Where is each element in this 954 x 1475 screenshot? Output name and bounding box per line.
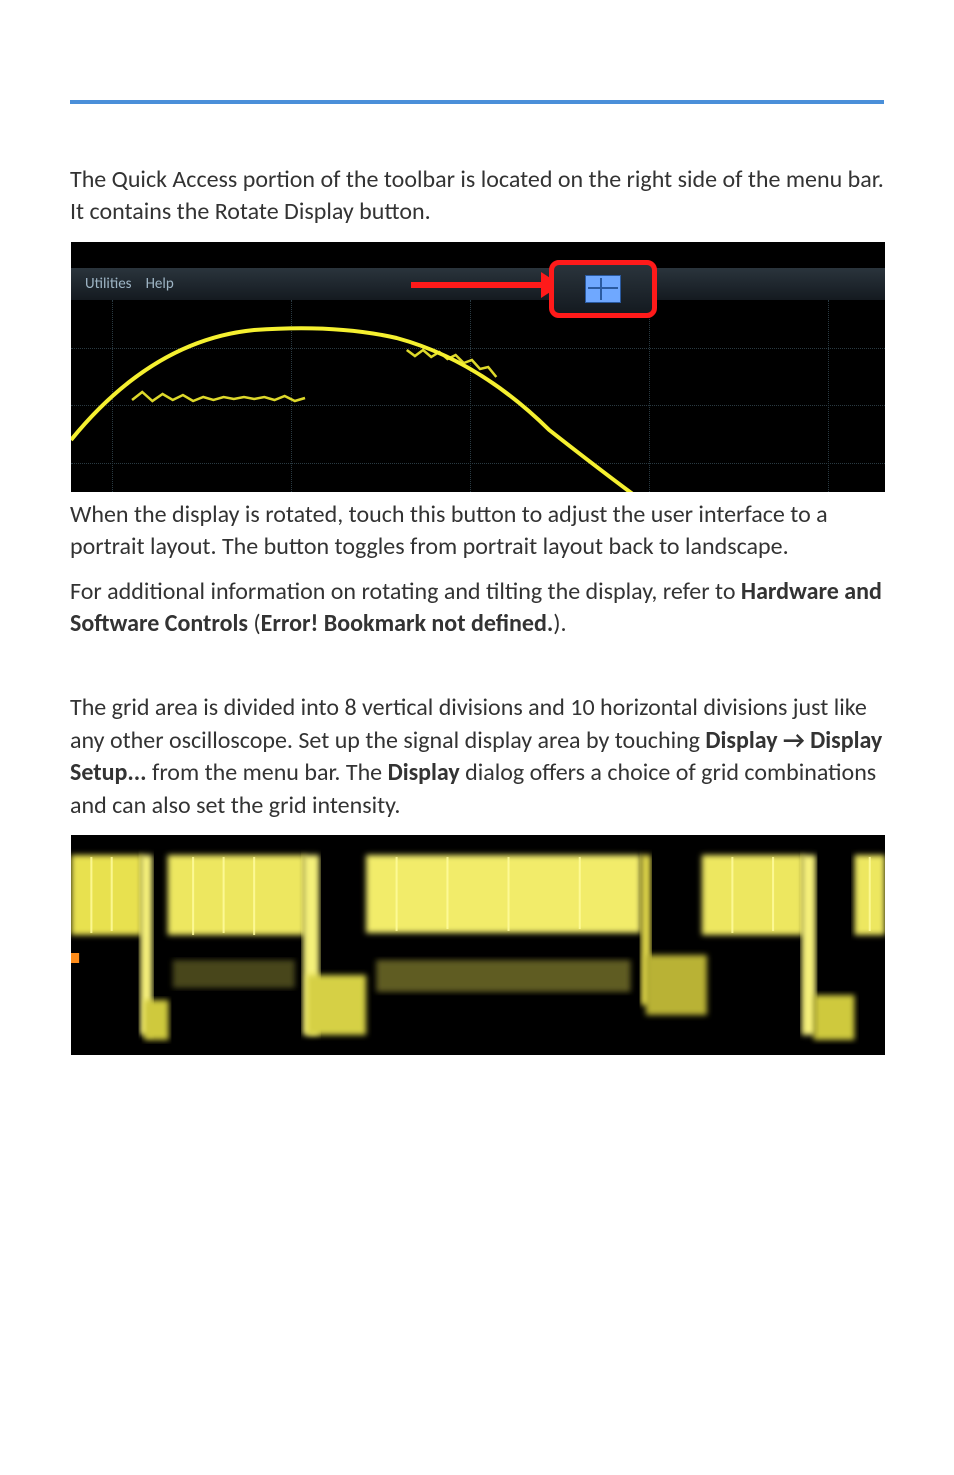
ref-error-bookmark: Error! Bookmark not defined. [261,609,554,638]
ref-paren-open: ( [248,609,261,638]
callout-arrow-line [411,282,549,288]
menu-utilities[interactable]: Utilities [85,275,132,293]
waveform-persistence-icon [71,835,885,1055]
grid-text-b: from the menu bar. The [147,758,388,787]
rotate-display-icon[interactable] [585,275,621,303]
oscilloscope-grid [71,300,885,492]
ref-prefix: For additional information on rotating a… [70,577,741,606]
dialog-name-display: Display [388,758,460,787]
rotate-highlight-box [549,260,657,318]
menu-help[interactable]: Help [146,275,174,293]
ref-paren-close: ). [553,609,566,638]
reference-paragraph: For additional information on rotating a… [70,576,884,641]
section-gap [70,652,884,692]
rotate-description-paragraph: When the display is rotated, touch this … [70,499,884,564]
header-rule [70,100,884,104]
intro-paragraph: The Quick Access portion of the toolbar … [70,164,884,229]
page-content: The Quick Access portion of the toolbar … [0,0,954,1122]
quick-access-screenshot: Utilities Help [70,241,886,493]
waveform-trace-icon [71,300,885,492]
grid-paragraph: The grid area is divided into 8 vertical… [70,692,884,822]
signal-display-screenshot [70,834,886,1056]
